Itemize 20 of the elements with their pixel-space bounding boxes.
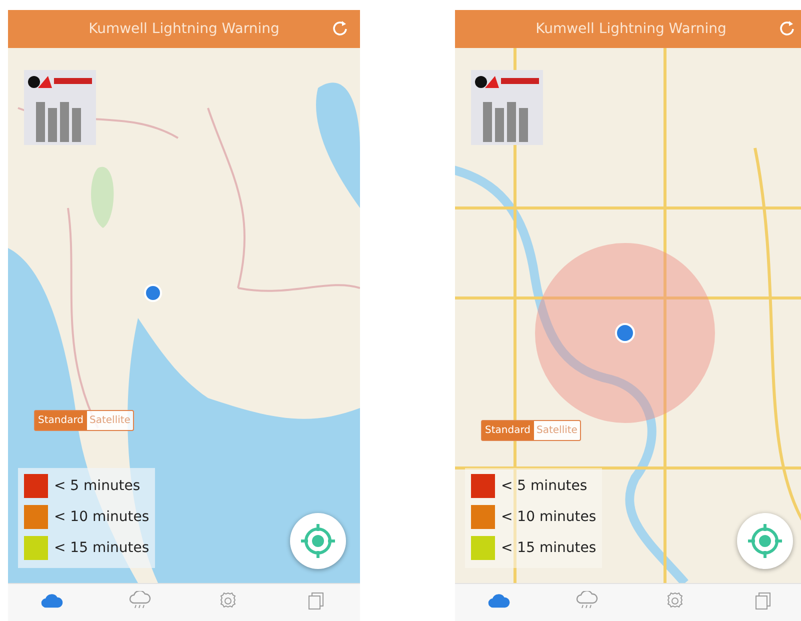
map-type-tab[interactable]: Satellite [86,411,134,430]
app-title: Kumwell Lightning Warning [536,21,726,37]
map-type-tab[interactable]: Standard [482,421,534,440]
rain-cloud-icon [576,591,598,611]
map-type-tab[interactable]: Satellite [534,421,580,440]
legend-label: < 5 minutes [54,478,140,494]
target-icon [298,521,338,561]
legend-label: < 5 minutes [501,478,588,494]
map-type-tab[interactable]: Standard [35,411,86,430]
legend-label: < 15 minutes [54,540,150,556]
legend-label: < 10 minutes [54,509,150,525]
legend-label: < 15 minutes [501,540,596,556]
app-title: Kumwell Lightning Warning [88,21,280,37]
pages-icon [754,591,772,611]
pages-icon [307,591,325,611]
cloud-icon [488,592,510,610]
cloud-icon [41,592,63,610]
target-icon [745,521,785,561]
legend-label: < 10 minutes [501,509,596,525]
rain-cloud-icon [129,591,151,611]
